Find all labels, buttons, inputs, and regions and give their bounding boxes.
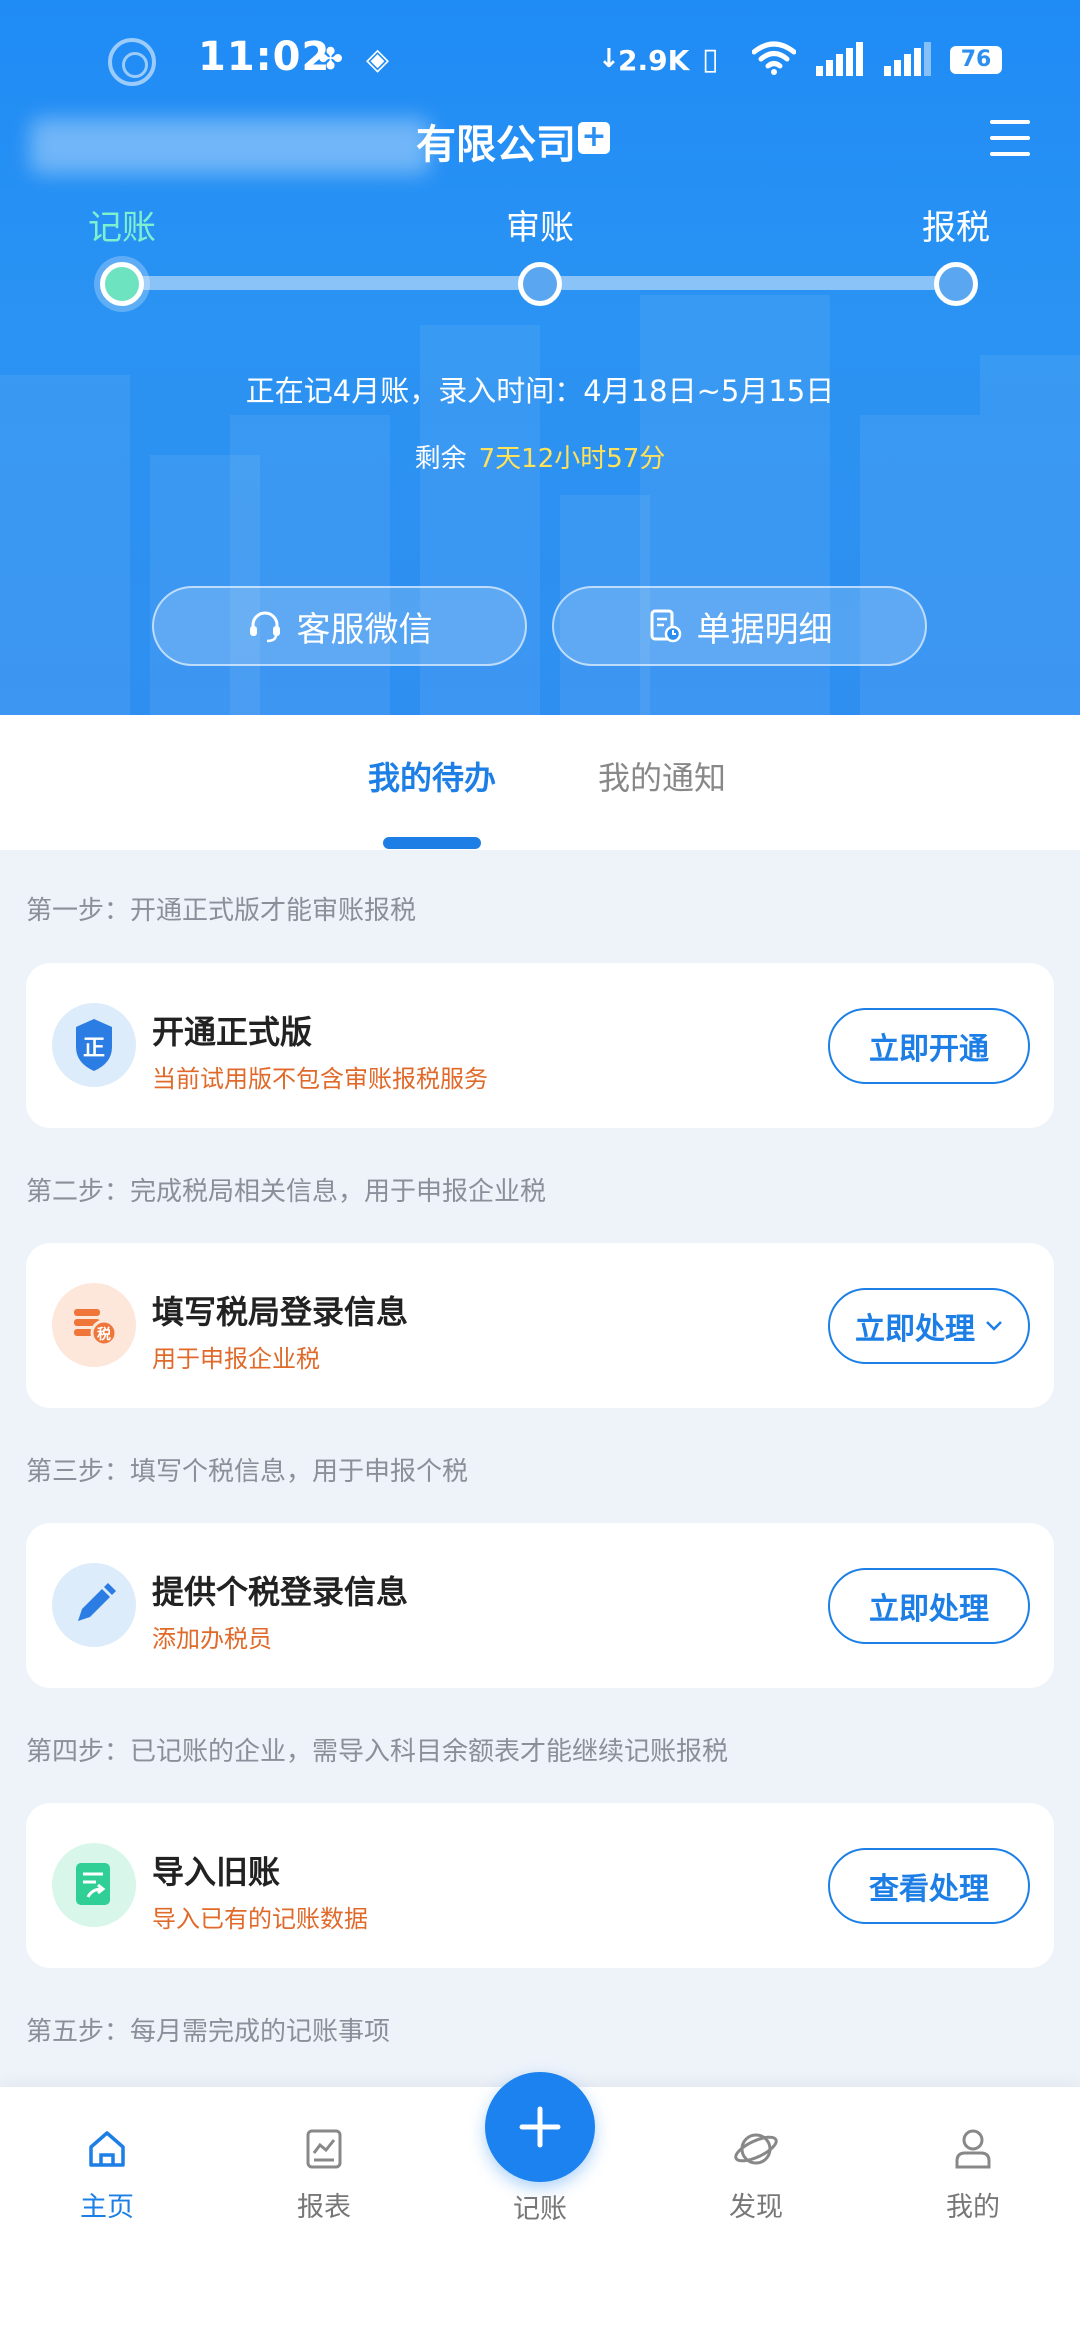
nav-item-home[interactable]: 主页: [27, 2125, 187, 2224]
step-label-tax: 报税: [922, 208, 990, 248]
nav-label-mine: 我的: [946, 2192, 1000, 2223]
step-dot-bookkeeping: [100, 262, 144, 306]
remaining-time: 剩余 7天12小时57分: [0, 438, 1080, 475]
view-process-label: 查看处理: [869, 1872, 989, 1907]
tab-my-todo[interactable]: 我的待办: [368, 753, 496, 799]
task-title: 开通正式版: [152, 1013, 313, 1051]
receipt-details-button[interactable]: 单据明细: [552, 586, 927, 666]
period-info: 正在记4月账，录入时间：4月18日~5月15日: [245, 374, 835, 408]
step-4-title: 第四步：已记账的企业，需导入科目余额表才能继续记账报税: [26, 1737, 729, 1767]
badge-icon: 正: [52, 1003, 136, 1087]
receipt-details-label: 单据明细: [696, 609, 833, 650]
open-now-label: 立即开通: [869, 1032, 989, 1067]
company-name-blurred: [30, 118, 430, 174]
home-icon: [89, 2131, 125, 2167]
task-subtitle: 用于申报企业税: [152, 1345, 320, 1373]
task-card-tax-bureau-login: 税 填写税局登录信息 用于申报企业税 立即处理: [26, 1243, 1054, 1408]
net-speed: 2.9K: [618, 44, 690, 77]
process-now-label: 立即处理: [855, 1312, 975, 1347]
network-icon: ✤: [318, 42, 344, 77]
report-icon: [306, 2129, 342, 2169]
task-subtitle: 当前试用版不包含审账报税服务: [152, 1065, 488, 1093]
chevron-down-icon: [986, 1321, 1002, 1331]
download-arrow-icon: ↓: [598, 44, 620, 74]
tab-indicator: [383, 837, 481, 849]
progress-steps: 记账 审账 报税: [0, 200, 1080, 250]
user-icon: [955, 2129, 991, 2169]
customer-service-label: 客服微信: [296, 609, 433, 650]
status-time: 11:02: [198, 34, 331, 80]
plus-square-icon[interactable]: +: [578, 122, 610, 154]
step-label-bookkeeping: 记账: [88, 208, 156, 248]
todo-notice-tabs: 我的待办 我的通知: [0, 715, 1080, 850]
open-now-button[interactable]: 立即开通: [828, 1008, 1030, 1084]
step-label-audit: 审账: [506, 208, 574, 248]
carrier-icon: ◈: [366, 42, 390, 77]
nav-item-discover[interactable]: 发现: [676, 2125, 836, 2224]
task-subtitle: 导入已有的记账数据: [152, 1905, 368, 1933]
task-title: 导入旧账: [152, 1853, 281, 1891]
badge-icon-label: 正: [83, 1036, 105, 1061]
nav-label-bookkeeping: 记账: [513, 2194, 567, 2225]
nav-item-report[interactable]: 报表: [244, 2125, 404, 2224]
tax-coins-icon: 税: [52, 1283, 136, 1367]
process-now-label: 立即处理: [869, 1592, 989, 1627]
remaining-label: 剩余: [414, 444, 467, 474]
nav-label-discover: 发现: [729, 2192, 783, 2223]
process-now-button[interactable]: 立即处理: [828, 1288, 1030, 1364]
task-card-open-official: 正 开通正式版 当前试用版不包含审账报税服务 立即开通: [26, 963, 1054, 1128]
nav-item-mine[interactable]: 我的: [893, 2125, 1053, 2224]
signal-icon-2: [884, 42, 931, 76]
pencil-icon: [52, 1563, 136, 1647]
company-name[interactable]: 有限公司: [416, 112, 576, 170]
task-subtitle: 添加办税员: [152, 1625, 272, 1653]
customer-service-wechat-button[interactable]: 客服微信: [152, 586, 527, 666]
tax-coins-icon-label: 税: [97, 1326, 111, 1343]
header-banner: 11:02 ✤ ◈ ↓ 2.9K ▯ 76 有限公司 + 记账 审账 报税 正在…: [0, 0, 1080, 715]
status-ring-icon: [108, 38, 156, 86]
plus-icon: [519, 2106, 561, 2148]
task-card-personal-tax-login: 提供个税登录信息 添加办税员 立即处理: [26, 1523, 1054, 1688]
step-1-title: 第一步：开通正式版才能审账报税: [26, 896, 417, 926]
status-bar: 11:02 ✤ ◈ ↓ 2.9K ▯ 76: [0, 0, 1080, 110]
planet-icon: [734, 2133, 778, 2165]
step-5-title: 第五步：每月需完成的记账事项: [26, 2017, 391, 2047]
import-doc-icon: [52, 1843, 136, 1927]
step-dot-tax: [934, 262, 978, 306]
task-title: 提供个税登录信息: [152, 1573, 409, 1611]
step-2-title: 第二步：完成税局相关信息，用于申报企业税: [26, 1177, 547, 1207]
process-now-button[interactable]: 立即处理: [828, 1568, 1030, 1644]
nav-label-home: 主页: [80, 2192, 134, 2223]
wifi-icon: [752, 41, 796, 75]
task-title: 填写税局登录信息: [152, 1293, 409, 1331]
view-process-button[interactable]: 查看处理: [828, 1848, 1030, 1924]
company-row: 有限公司 +: [0, 110, 1080, 190]
add-bookkeeping-button[interactable]: [485, 2072, 595, 2182]
step-dot-audit: [518, 262, 562, 306]
menu-icon[interactable]: [990, 120, 1032, 156]
task-card-import-old-books: 导入旧账 导入已有的记账数据 查看处理: [26, 1803, 1054, 1968]
remaining-value: 7天12小时57分: [478, 444, 666, 474]
receipt-icon: [650, 609, 681, 643]
battery-indicator: 76: [950, 46, 1002, 74]
headset-icon: [249, 611, 280, 643]
signal-icon-1: [816, 42, 863, 76]
nav-label-report: 报表: [297, 2192, 351, 2223]
step-3-title: 第三步：填写个税信息，用于申报个税: [26, 1457, 469, 1487]
vibrate-icon: ▯: [702, 42, 719, 77]
tab-my-notifications[interactable]: 我的通知: [598, 753, 726, 799]
